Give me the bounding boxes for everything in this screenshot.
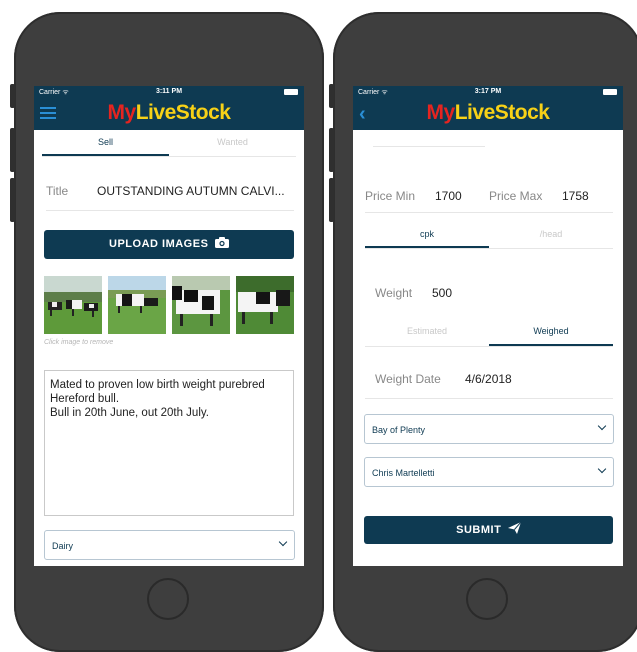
home-button[interactable] xyxy=(466,578,508,620)
home-button[interactable] xyxy=(147,578,189,620)
app-header: MyLiveStock xyxy=(34,98,304,130)
sell-screen: Carrier ᯤ 3:11 PM MyLiveStock Sell Wante… xyxy=(34,86,304,566)
cattle-photo-4[interactable] xyxy=(236,276,294,334)
price-max-label: Price Max xyxy=(489,189,543,203)
chevron-down-icon xyxy=(278,537,288,547)
price-unit-tabs: cpk /head xyxy=(365,222,613,249)
weight-date-input[interactable]: 4/6/2018 xyxy=(465,372,512,386)
description-textarea[interactable]: Mated to proven low birth weight purebre… xyxy=(44,370,294,516)
region-value: Bay of Plenty xyxy=(372,425,426,435)
submit-label: SUBMIT xyxy=(456,524,502,536)
upload-images-label: UPLOAD IMAGES xyxy=(109,238,209,250)
chevron-down-icon xyxy=(597,421,607,431)
cattle-photo-2[interactable] xyxy=(108,276,166,334)
weight-label: Weight xyxy=(375,286,413,300)
clock: 3:17 PM xyxy=(474,88,502,95)
volume-up-button xyxy=(329,128,334,172)
camera-icon xyxy=(214,237,229,248)
upload-images-button[interactable]: UPLOAD IMAGES xyxy=(44,230,294,259)
scrolled-field-divider xyxy=(373,146,485,147)
agent-value: Chris Martelletti xyxy=(372,468,435,478)
cattle-photo-1[interactable] xyxy=(44,276,102,334)
chevron-down-icon xyxy=(597,464,607,474)
volume-up-button xyxy=(10,128,15,172)
title-input[interactable]: OUTSTANDING AUTUMN CALVI... xyxy=(97,184,285,198)
cattle-photo-3[interactable] xyxy=(172,276,230,334)
sell-wanted-tabs: Sell Wanted xyxy=(42,130,296,157)
tab-wanted[interactable]: Wanted xyxy=(169,130,296,156)
volume-down-button xyxy=(10,178,15,222)
mute-switch xyxy=(10,84,15,108)
app-logo: MyLiveStock xyxy=(426,101,550,124)
volume-down-button xyxy=(329,178,334,222)
weight-date-divider xyxy=(365,398,613,399)
category-select[interactable]: Dairy xyxy=(44,530,295,560)
region-select[interactable]: Bay of Plenty xyxy=(364,414,614,444)
clock: 3:11 PM xyxy=(155,88,183,95)
listing-details-screen: Carrier ᯤ 3:17 PM ‹ MyLiveStock Price Mi… xyxy=(353,86,623,566)
mute-switch xyxy=(329,84,334,108)
weight-input[interactable]: 500 xyxy=(432,286,452,300)
battery-icon xyxy=(603,89,617,95)
app-header: ‹ MyLiveStock xyxy=(353,98,623,130)
phone-frame-left: Carrier ᯤ 3:11 PM MyLiveStock Sell Wante… xyxy=(10,12,324,652)
agent-select[interactable]: Chris Martelletti xyxy=(364,457,614,487)
category-value: Dairy xyxy=(52,541,74,551)
paper-plane-icon xyxy=(507,521,522,534)
price-divider xyxy=(365,212,613,213)
image-thumbnails xyxy=(44,276,296,334)
status-bar: Carrier ᯤ 3:17 PM xyxy=(353,86,623,98)
title-divider xyxy=(46,210,294,211)
submit-button[interactable]: SUBMIT xyxy=(364,516,613,544)
price-max-input[interactable]: 1758 xyxy=(562,189,589,203)
weight-type-tabs: Estimated Weighed xyxy=(365,318,613,347)
weight-date-label: Weight Date xyxy=(375,372,441,386)
tab-cpk[interactable]: cpk xyxy=(365,222,489,248)
tab-weighed[interactable]: Weighed xyxy=(489,318,613,346)
app-logo: MyLiveStock xyxy=(107,101,231,124)
phone-frame-right: Carrier ᯤ 3:17 PM ‹ MyLiveStock Price Mi… xyxy=(329,12,637,652)
status-bar: Carrier ᯤ 3:11 PM xyxy=(34,86,304,98)
tab-sell[interactable]: Sell xyxy=(42,130,169,156)
tab-estimated[interactable]: Estimated xyxy=(365,318,489,346)
price-min-input[interactable]: 1700 xyxy=(435,189,462,203)
battery-icon xyxy=(284,89,298,95)
title-label: Title xyxy=(46,184,69,198)
price-min-label: Price Min xyxy=(365,189,416,203)
image-hint: Click image to remove xyxy=(44,339,114,346)
tab-per-head[interactable]: /head xyxy=(489,222,613,248)
